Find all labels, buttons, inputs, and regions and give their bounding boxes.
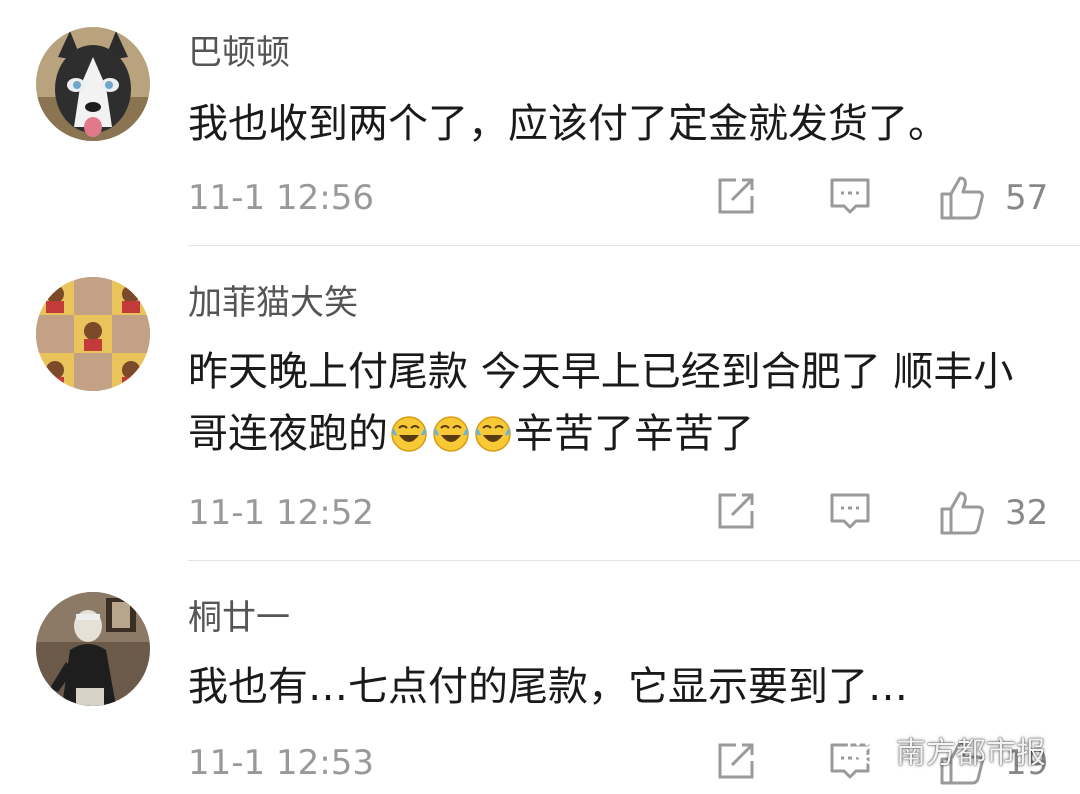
- comment-text: 我也有…七点付的尾款，它显示要到了…: [188, 664, 908, 710]
- timestamp: 11-1 12:53: [188, 743, 374, 783]
- person-photo-avatar: [36, 592, 150, 706]
- forward-button[interactable]: [714, 739, 758, 783]
- wechat-icon: [847, 733, 889, 766]
- watermark-text: 南方都市报: [896, 736, 1046, 771]
- watermark: 南方都市报: [846, 730, 1046, 771]
- avatar[interactable]: [36, 592, 150, 706]
- username[interactable]: 桐廿一: [188, 598, 290, 638]
- forward-icon: [718, 743, 754, 779]
- comment-item: 桐廿一 我也有…七点付的尾款，它显示要到了… 11-1 12:53 19: [0, 0, 1080, 794]
